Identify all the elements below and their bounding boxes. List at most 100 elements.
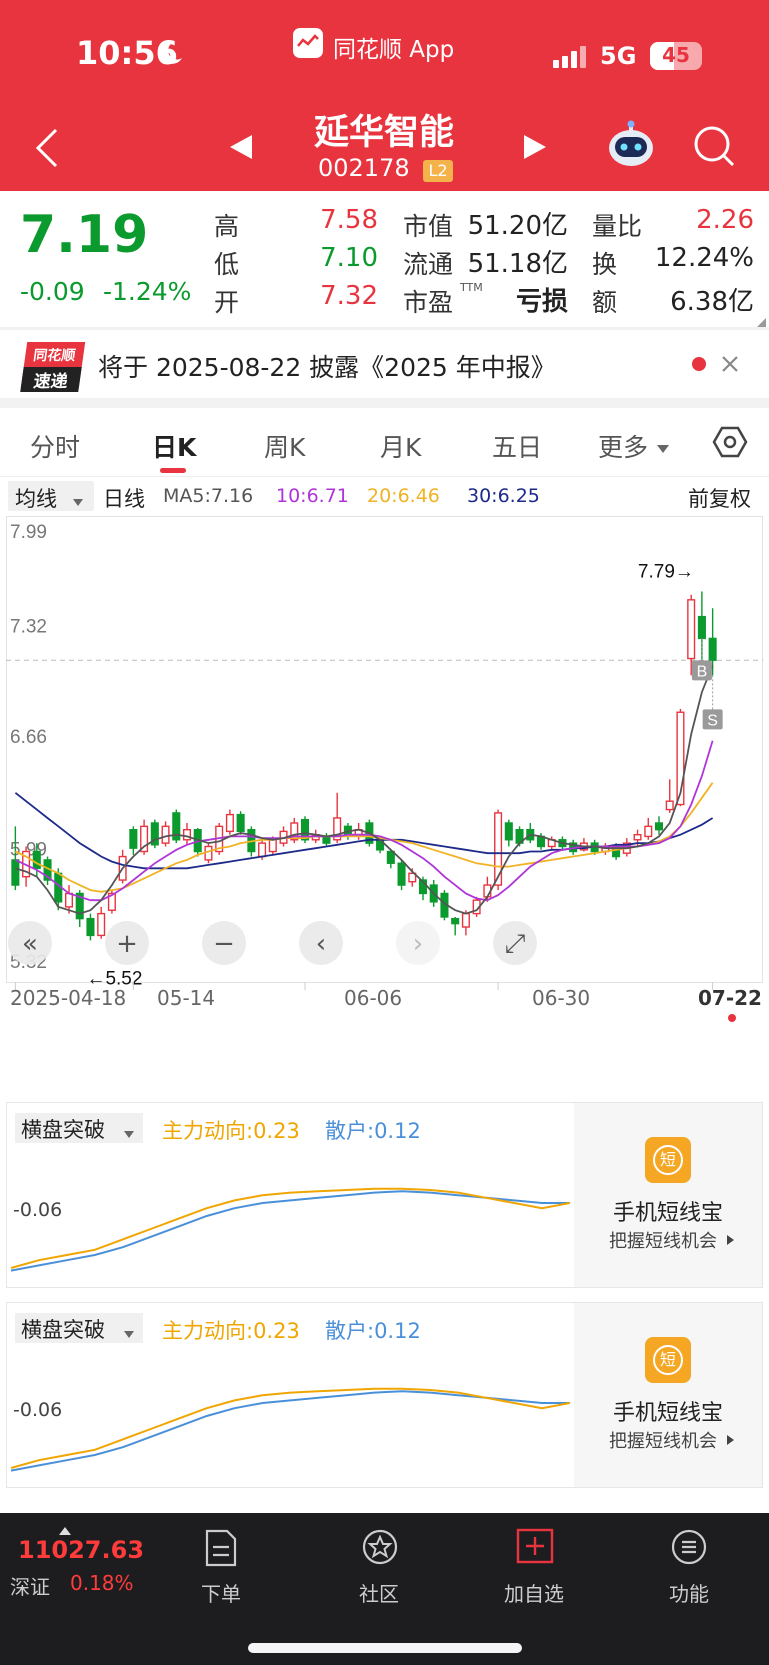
- candle-down: [504, 822, 513, 841]
- tab-weekly-k[interactable]: 周K: [264, 428, 305, 464]
- search-icon[interactable]: [692, 124, 736, 168]
- candle-up: [268, 839, 277, 853]
- candle-down: [322, 835, 331, 844]
- volume-ratio-label: 量比: [592, 212, 643, 241]
- status-app-name: 同花顺 App: [333, 37, 455, 63]
- candle-up: [204, 845, 213, 861]
- nav-add-watchlist[interactable]: 加自选: [484, 1523, 584, 1613]
- expand-corner-icon[interactable]: [756, 313, 766, 328]
- unread-dot: [692, 357, 706, 371]
- network-type: 5G: [600, 42, 637, 70]
- candle-up: [97, 912, 106, 937]
- indicator-panel-1: 横盘突破 主力动向:0.23 散户:0.12 -0.06 短 手机短线宝 把握短…: [6, 1102, 763, 1288]
- main-force-value: 主力动向:0.23: [162, 1319, 300, 1343]
- indicator-selector[interactable]: 横盘突破: [15, 1313, 143, 1343]
- community-star-icon: [361, 1528, 399, 1570]
- kline-chart[interactable]: 7.997.326.665.995.327.79→←5.52BS«+−‹›⤢ 2…: [6, 516, 763, 1044]
- high-value: 7.58: [320, 205, 378, 235]
- short-line-icon-char: 短: [653, 1145, 683, 1175]
- turnover-label: 换: [592, 250, 618, 279]
- high-label: 高: [214, 212, 240, 241]
- l2-badge: L2: [423, 160, 453, 182]
- menu-circle-icon: [670, 1528, 708, 1570]
- signal-icon: [553, 44, 591, 70]
- ma-selector[interactable]: 均线: [8, 481, 94, 511]
- nav-order-label: 下单: [201, 1582, 241, 1606]
- section-gap: [0, 398, 769, 408]
- volume-ratio-value: 2.26: [696, 205, 754, 235]
- adjust-mode[interactable]: 前复权: [688, 483, 751, 513]
- sell-marker-label: S: [707, 712, 718, 729]
- logo-top-text: 同花顺: [32, 348, 77, 364]
- candle-up: [64, 892, 74, 908]
- back-icon[interactable]: [32, 126, 62, 170]
- nav-community[interactable]: 社区: [329, 1523, 429, 1613]
- pe-label: 市盈: [403, 288, 454, 317]
- chevron-down-icon: [123, 1124, 135, 1143]
- active-tab-indicator: [160, 468, 186, 473]
- period-label: 日线: [103, 487, 145, 511]
- open-label: 开: [214, 288, 240, 317]
- turnover-value: 12.24%: [654, 243, 754, 273]
- ma5-value: MA5:7.16: [163, 485, 254, 507]
- robot-assistant-icon[interactable]: [606, 120, 656, 170]
- header: 10:56 同花顺 App 5G 45 延华智能 002178 L2: [0, 0, 769, 191]
- nav-add-watchlist-label: 加自选: [504, 1582, 564, 1606]
- stock-name: 延华智能: [313, 113, 454, 153]
- bottom-bar: 11027.63 深证 0.18% 下单 社区 加自选 功能: [0, 1513, 769, 1665]
- battery-icon: 45: [650, 42, 702, 70]
- nav-order[interactable]: 下单: [171, 1523, 271, 1613]
- tab-intraday[interactable]: 分时: [30, 428, 80, 464]
- promo-card[interactable]: 短 手机短线宝 把握短线机会: [574, 1103, 762, 1287]
- y-tick-label: 7.99: [10, 522, 47, 543]
- scroll-left-icon: ‹: [316, 929, 326, 959]
- chart-frame: [6, 516, 763, 983]
- candle-down: [86, 917, 95, 937]
- tab-daily-k[interactable]: 日K: [152, 428, 196, 464]
- document-icon: [204, 1529, 238, 1571]
- chevron-down-icon: [656, 439, 670, 453]
- chevron-down-icon: [72, 492, 84, 506]
- settings-hexagon-icon[interactable]: [712, 424, 748, 460]
- indicator-name: 横盘突破: [21, 1118, 105, 1142]
- prev-stock-icon[interactable]: [228, 133, 254, 161]
- x-tick-2: 06-06: [344, 986, 403, 1010]
- retail-value: 散户:0.12: [325, 1119, 421, 1143]
- index-pct: 0.18%: [70, 1571, 134, 1595]
- candle-down: [129, 829, 138, 849]
- index-name: 深证: [10, 1575, 50, 1599]
- retail-value: 散户:0.12: [325, 1319, 421, 1343]
- candle-down: [386, 850, 395, 864]
- tab-five-day[interactable]: 五日: [492, 428, 542, 464]
- quote-panel: 7.19 -0.09 -1.24% 高 7.58 低 7.10 开 7.32 市…: [0, 191, 769, 328]
- float-value: 51.18亿: [467, 249, 568, 279]
- index-value[interactable]: 11027.63: [18, 1536, 144, 1564]
- next-stock-icon[interactable]: [522, 133, 548, 161]
- rewind-icon: «: [22, 929, 38, 959]
- candle-up: [644, 825, 653, 838]
- candle-down: [697, 615, 706, 640]
- candle-up: [258, 842, 267, 858]
- x-tick-3: 06-30: [532, 986, 591, 1010]
- chevron-down-icon: [123, 1324, 135, 1343]
- notice-bar[interactable]: 同花顺 速递 将于 2025-08-22 披露《2025 年中报》: [0, 330, 769, 398]
- promo-title: 手机短线宝: [612, 1201, 723, 1226]
- app-logo-icon: [293, 28, 323, 58]
- short-line-icon-char: 短: [653, 1345, 683, 1375]
- x-tick-0: 2025-04-18: [10, 986, 127, 1010]
- candle-up: [633, 834, 642, 841]
- amount-label: 额: [592, 288, 618, 317]
- zoom-out-icon: −: [213, 929, 235, 959]
- indicator-selector[interactable]: 横盘突破: [15, 1113, 143, 1143]
- promo-card[interactable]: 短 手机短线宝 把握短线机会: [574, 1303, 762, 1487]
- nav-functions[interactable]: 功能: [639, 1523, 739, 1613]
- ths-news-logo: 同花顺 速递: [20, 342, 86, 392]
- close-icon[interactable]: [720, 354, 740, 374]
- candle-up: [665, 800, 674, 811]
- x-tick-1: 05-14: [157, 986, 216, 1010]
- up-arrow-icon: [58, 1521, 72, 1535]
- tab-more[interactable]: 更多: [598, 428, 648, 464]
- mcap-label: 市值: [403, 212, 454, 241]
- logo-bottom-text: 速递: [20, 367, 82, 392]
- tab-monthly-k[interactable]: 月K: [380, 428, 421, 464]
